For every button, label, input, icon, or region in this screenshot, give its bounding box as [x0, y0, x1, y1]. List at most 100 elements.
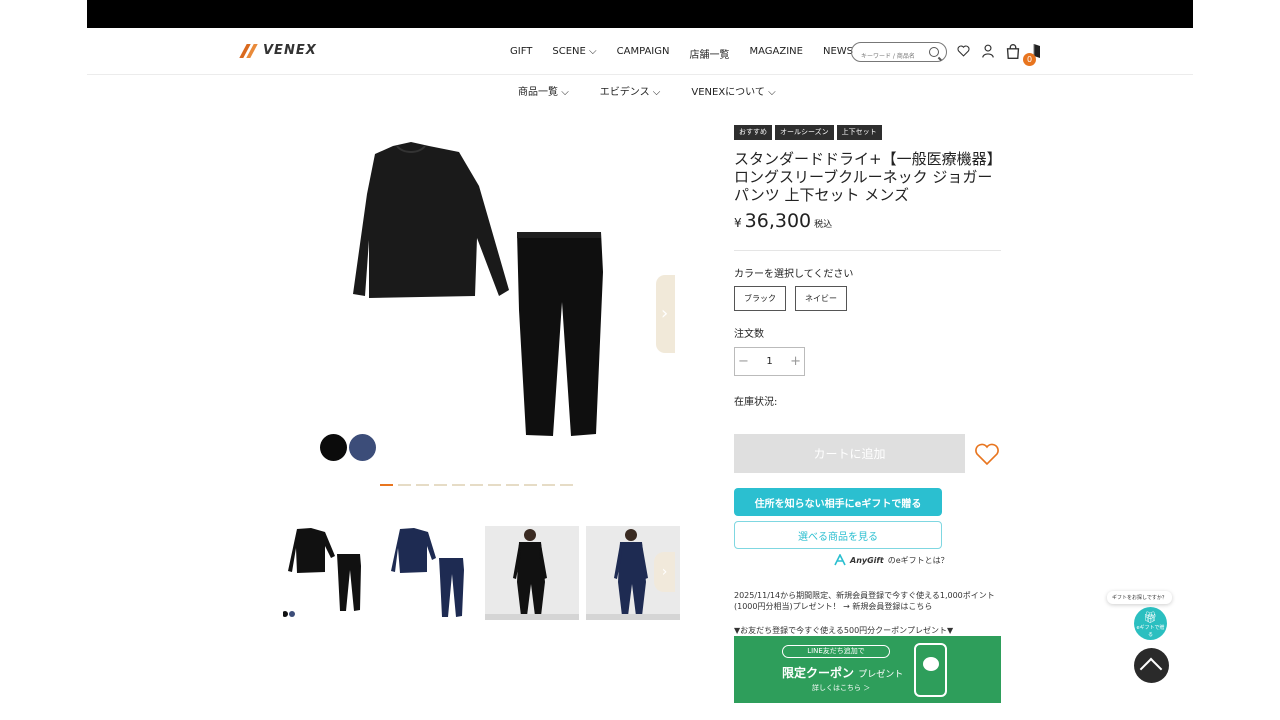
line-banner-small: プレゼント: [858, 670, 904, 680]
thumbnail-strip: [282, 526, 680, 620]
color-option-navy[interactable]: ネイビー: [795, 286, 847, 311]
quantity-decrease-button[interactable]: −: [738, 354, 749, 369]
nav-gift[interactable]: GIFT: [510, 46, 532, 61]
quantity-increase-button[interactable]: +: [790, 354, 801, 369]
slide-dot[interactable]: [398, 484, 411, 486]
subnav-about-label: VENEXについて: [691, 87, 765, 98]
nav-stores[interactable]: 店舗一覧: [690, 46, 730, 61]
line-app-icon: [923, 657, 939, 671]
color-select-label: カラーを選択してください: [734, 269, 854, 280]
nav-magazine[interactable]: MAGAZINE: [750, 46, 803, 61]
anygift-link[interactable]: AnyGift のeギフトとは？: [834, 554, 949, 566]
search-box: [851, 42, 947, 66]
nav-news[interactable]: NEWS: [823, 46, 853, 61]
slide-dot[interactable]: [560, 484, 573, 486]
subnav-about[interactable]: VENEXについて ⌵: [691, 83, 775, 98]
slide-dot[interactable]: [524, 484, 537, 486]
swatch-navy[interactable]: [349, 434, 376, 461]
slide-dot[interactable]: [542, 484, 555, 486]
line-coupon-banner[interactable]: LINE友だち追加で 限定クーポン プレゼント 詳しくはこちら ＞: [734, 636, 1001, 703]
divider: [734, 250, 1001, 251]
line-banner-big: 限定クーポン: [782, 666, 855, 680]
add-to-cart-button[interactable]: カートに追加: [734, 434, 965, 473]
subnav-evidence[interactable]: エビデンス ⌵: [600, 83, 661, 98]
slide-dot[interactable]: [434, 484, 447, 486]
chevron-right-icon: ›: [661, 564, 668, 580]
line-banner-pill: LINE友だち追加で: [782, 645, 890, 658]
top-black-band: [87, 0, 1193, 28]
line-banner-more-link: 詳しくはこちら ＞: [812, 684, 871, 692]
swatch-black[interactable]: [320, 434, 347, 461]
quantity-value[interactable]: 1: [766, 356, 772, 367]
tag-recommended: おすすめ: [734, 125, 772, 140]
heart-icon[interactable]: [957, 45, 970, 57]
color-options: ブラック ネイビー: [734, 286, 1001, 311]
product-info: おすすめ オールシーズン 上下セット スタンダードドライ+【一般医療機器】ロング…: [734, 125, 1001, 408]
gift-icon: 🎁︎: [1143, 611, 1158, 624]
line-banner-headline: 限定クーポン プレゼント: [782, 664, 903, 681]
sub-nav: 商品一覧 ⌵ エビデンス ⌵ VENEXについて ⌵: [518, 83, 776, 98]
subnav-products[interactable]: 商品一覧 ⌵: [518, 83, 569, 98]
back-to-top-button[interactable]: [1134, 648, 1169, 683]
bag-icon: [1006, 43, 1020, 59]
quantity-stepper: − 1 +: [734, 347, 805, 376]
venex-logo[interactable]: VENEX: [241, 42, 317, 58]
header-icons: 0: [957, 43, 1042, 66]
chevron-down-icon: ⌵: [652, 87, 661, 98]
gift-tooltip: ギフトをお探しですか？: [1107, 591, 1172, 604]
search-icon[interactable]: [929, 47, 939, 57]
page: VENEX GIFT SCENE ⌵ CAMPAIGN 店舗一覧 MAGAZIN…: [0, 0, 1280, 720]
tag-set: 上下セット: [836, 125, 882, 140]
thumbnail-next-button[interactable]: ›: [654, 552, 675, 592]
tag-all-season: オールシーズン: [775, 125, 834, 140]
thumbnail-navy-set[interactable]: [384, 526, 478, 620]
slide-dot[interactable]: [416, 484, 429, 486]
main-nav: GIFT SCENE ⌵ CAMPAIGN 店舗一覧 MAGAZINE NEWS: [510, 46, 853, 61]
anygift-brand: AnyGift: [850, 555, 884, 565]
slide-dot[interactable]: [380, 484, 393, 486]
thumbnail-black-set[interactable]: [282, 526, 377, 620]
price-symbol: ¥: [734, 216, 742, 230]
subnav-products-label: 商品一覧: [518, 87, 558, 98]
thumbnail-navy-set-image: [391, 528, 464, 617]
chevron-down-icon: ⌵: [589, 46, 597, 57]
cart-row: カートに追加: [734, 434, 1000, 473]
stock-status-label: 在庫状況:: [734, 397, 778, 408]
slide-indicator: [380, 484, 573, 486]
cart-button[interactable]: 0: [1006, 43, 1036, 66]
nav-scene-label: SCENE: [552, 46, 586, 57]
user-icon[interactable]: [982, 44, 994, 58]
nav-scene[interactable]: SCENE ⌵: [552, 46, 596, 61]
browse-gift-products-button[interactable]: 選べる商品を見る: [734, 521, 942, 549]
product-tags: おすすめ オールシーズン 上下セット: [734, 125, 1001, 140]
floating-gift-button[interactable]: 🎁︎ eギフトで贈る: [1134, 607, 1167, 640]
anygift-logo-icon: [834, 554, 846, 566]
main-product-image[interactable]: [283, 110, 675, 460]
color-swatches: [320, 434, 376, 461]
tax-label: 税込: [814, 220, 833, 230]
subnav-evidence-label: エビデンス: [599, 87, 650, 98]
floating-gift-label: eギフトで贈る: [1136, 625, 1165, 638]
slide-dot[interactable]: [470, 484, 483, 486]
slide-dot[interactable]: [506, 484, 519, 486]
gallery-next-button[interactable]: ›: [656, 275, 675, 353]
thumbnail-model-black[interactable]: [485, 526, 579, 620]
nav-campaign[interactable]: CAMPAIGN: [617, 46, 670, 61]
slide-dot[interactable]: [488, 484, 501, 486]
thumbnail-black-set-image: [282, 528, 361, 617]
phone-line-icon: [914, 643, 947, 697]
chevron-down-icon: ⌵: [768, 87, 776, 98]
signup-promo-text[interactable]: 2025/11/14から期間限定、新規会員登録で今すぐ使える1,000ポイント(…: [734, 590, 1001, 612]
product-price: ¥ 36,300 税込: [734, 210, 1001, 232]
line-coupon-intro: ▼お友だち登録で今すぐ使える500円分クーポンプレゼント▼: [734, 626, 954, 635]
thumbnail-model-black-image: [485, 529, 579, 620]
quantity-label: 注文数: [734, 329, 764, 340]
color-option-black[interactable]: ブラック: [734, 286, 786, 311]
product-title: スタンダードドライ+【一般医療機器】ロングスリーブクルーネック ジョガーパンツ …: [734, 150, 995, 204]
search-input[interactable]: [852, 47, 924, 66]
cart-count-badge: 0: [1023, 52, 1036, 66]
chevron-right-icon: ›: [661, 303, 669, 324]
favorite-heart-icon[interactable]: [974, 442, 1000, 466]
egift-button[interactable]: 住所を知らない相手にeギフトで贈る: [734, 488, 942, 516]
slide-dot[interactable]: [452, 484, 465, 486]
